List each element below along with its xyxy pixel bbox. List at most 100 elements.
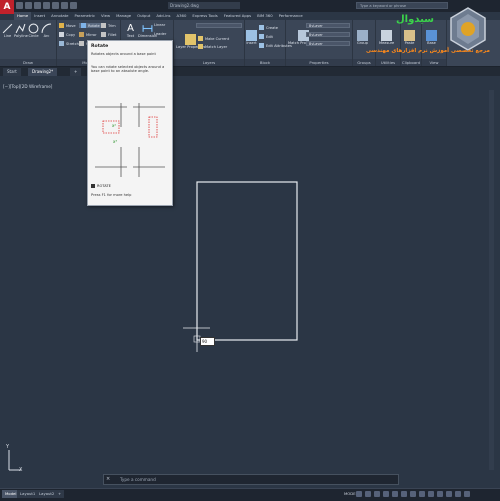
- clipboard-group-label[interactable]: Clipboard: [401, 59, 421, 66]
- print-icon[interactable]: [52, 2, 59, 9]
- add-layout-button[interactable]: +: [55, 490, 65, 498]
- layer-dropdown[interactable]: [196, 23, 242, 28]
- workspace-icon[interactable]: [428, 491, 434, 497]
- new-icon[interactable]: [16, 2, 23, 9]
- menu-icon[interactable]: [464, 491, 470, 497]
- tab-parametric[interactable]: Parametric: [71, 12, 98, 20]
- paste-icon: [404, 30, 415, 41]
- tab-drawing2[interactable]: Drawing2*: [28, 68, 58, 76]
- move-tool[interactable]: Move: [59, 23, 76, 28]
- mirror-tool[interactable]: Mirror: [79, 32, 97, 37]
- properties-group-label[interactable]: Properties: [286, 59, 352, 66]
- create-block-tool[interactable]: Create: [259, 25, 278, 30]
- otrack-icon[interactable]: [401, 491, 407, 497]
- isolate-icon[interactable]: [437, 491, 443, 497]
- circle-tool[interactable]: Circle: [28, 23, 39, 38]
- osnap-icon[interactable]: [392, 491, 398, 497]
- copy-tool[interactable]: Copy: [59, 32, 75, 37]
- group-tool[interactable]: Group: [357, 30, 368, 45]
- tab-start[interactable]: Start: [3, 68, 21, 76]
- tab-featured-apps[interactable]: Featured Apps: [221, 12, 254, 20]
- document-title: Drawing2.dwg: [168, 2, 240, 9]
- line-tool[interactable]: Line: [2, 23, 13, 38]
- brand-logo: [450, 7, 486, 51]
- polyline-label: Polyline: [14, 34, 28, 38]
- make-current-tool[interactable]: Make Current: [198, 36, 229, 41]
- tab-view[interactable]: View: [98, 12, 113, 20]
- command-line-close-button[interactable]: ×: [106, 476, 110, 482]
- rotate-icon: [81, 23, 86, 28]
- draw-group-label[interactable]: Draw: [0, 59, 56, 66]
- tab-output[interactable]: Output: [134, 12, 153, 20]
- undo-icon[interactable]: [61, 2, 68, 9]
- edit-attributes-icon: [259, 43, 264, 48]
- grid-icon[interactable]: [356, 491, 362, 497]
- drawn-rectangle[interactable]: [196, 181, 298, 341]
- polar-icon[interactable]: [383, 491, 389, 497]
- edit-block-tool[interactable]: Edit: [259, 34, 273, 39]
- ortho-icon[interactable]: [374, 491, 380, 497]
- insert-block-tool[interactable]: Insert: [246, 30, 257, 45]
- polyline-tool[interactable]: Polyline: [14, 23, 28, 38]
- command-input[interactable]: Type a command: [120, 477, 156, 482]
- fillet-label: Fillet: [108, 32, 117, 37]
- lineweight-icon[interactable]: [410, 491, 416, 497]
- arc-tool[interactable]: Arc: [41, 23, 52, 38]
- block-group-label[interactable]: Block: [245, 59, 285, 66]
- tab-add-ins[interactable]: Add-ins: [153, 12, 173, 20]
- line-label: Line: [3, 34, 12, 38]
- fullscreen-icon[interactable]: [446, 491, 452, 497]
- color-dropdown[interactable]: ByLayer: [306, 23, 350, 28]
- measure-tool[interactable]: Measure: [379, 30, 394, 45]
- properties-group: Match Properties ByLayer ByLayer ByLayer…: [286, 20, 353, 66]
- leader-tool[interactable]: Leader: [154, 32, 166, 36]
- paste-tool[interactable]: Paste: [404, 30, 415, 45]
- search-input[interactable]: Type a keyword or phrase: [356, 2, 448, 9]
- rotate-tool[interactable]: Rotate: [79, 23, 102, 28]
- redo-icon[interactable]: [70, 2, 77, 9]
- utilities-group-label[interactable]: Utilities: [376, 59, 400, 66]
- insert-block-label: Insert: [246, 41, 257, 45]
- base-view-tool[interactable]: Base: [426, 30, 437, 45]
- dynamic-input[interactable]: 90: [200, 337, 215, 346]
- arc-label: Arc: [43, 34, 50, 38]
- tab-insert[interactable]: Insert: [31, 12, 48, 20]
- tab-annotate[interactable]: Annotate: [48, 12, 71, 20]
- view-group-label[interactable]: View: [422, 59, 446, 66]
- tooltip-description: Rotates objects around a base point: [91, 52, 156, 56]
- tab-home[interactable]: Home: [14, 12, 32, 20]
- tab-a360[interactable]: A360: [174, 12, 190, 20]
- lineweight-dropdown[interactable]: ByLayer: [306, 32, 350, 37]
- circle-icon: [28, 23, 39, 34]
- snap-icon[interactable]: [365, 491, 371, 497]
- save-icon[interactable]: [34, 2, 41, 9]
- tab-manage[interactable]: Manage: [113, 12, 134, 20]
- draw-group: Line Polyline Circle Arc Draw: [0, 20, 57, 66]
- customization-icon[interactable]: [455, 491, 461, 497]
- quick-access-toolbar: [16, 2, 77, 10]
- application-menu-button[interactable]: A: [0, 0, 14, 14]
- annotation-scale-icon[interactable]: [419, 491, 425, 497]
- fillet-tool[interactable]: Fillet: [101, 32, 116, 37]
- ribbon-panel: Line Polyline Circle Arc Draw Move Rotat…: [0, 20, 500, 67]
- groups-group-label[interactable]: Groups: [353, 59, 375, 66]
- match-layer-tool[interactable]: Match Layer: [198, 44, 227, 49]
- base-view-icon: [426, 30, 437, 41]
- trim-tool[interactable]: Trim: [101, 23, 116, 28]
- stretch-tool[interactable]: Stretch: [59, 41, 79, 46]
- tab-bim-360[interactable]: BIM 360: [254, 12, 275, 20]
- linetype-dropdown[interactable]: ByLayer: [306, 41, 350, 46]
- tab-express-tools[interactable]: Express Tools: [189, 12, 220, 20]
- svg-text:x³: x³: [113, 139, 117, 144]
- fillet-icon: [101, 32, 106, 37]
- polyline-icon: [16, 23, 26, 34]
- utilities-group: Measure Utilities: [376, 20, 401, 66]
- arc-icon: [41, 23, 51, 33]
- open-icon[interactable]: [25, 2, 32, 9]
- linear-dimension-tool[interactable]: Linear: [154, 23, 165, 27]
- text-tool[interactable]: A Text: [125, 23, 136, 38]
- tab-performance[interactable]: Performance: [276, 12, 306, 20]
- new-tab-button[interactable]: +: [70, 68, 82, 76]
- save-as-icon[interactable]: [43, 2, 50, 9]
- layers-group-label[interactable]: Layers: [174, 59, 244, 66]
